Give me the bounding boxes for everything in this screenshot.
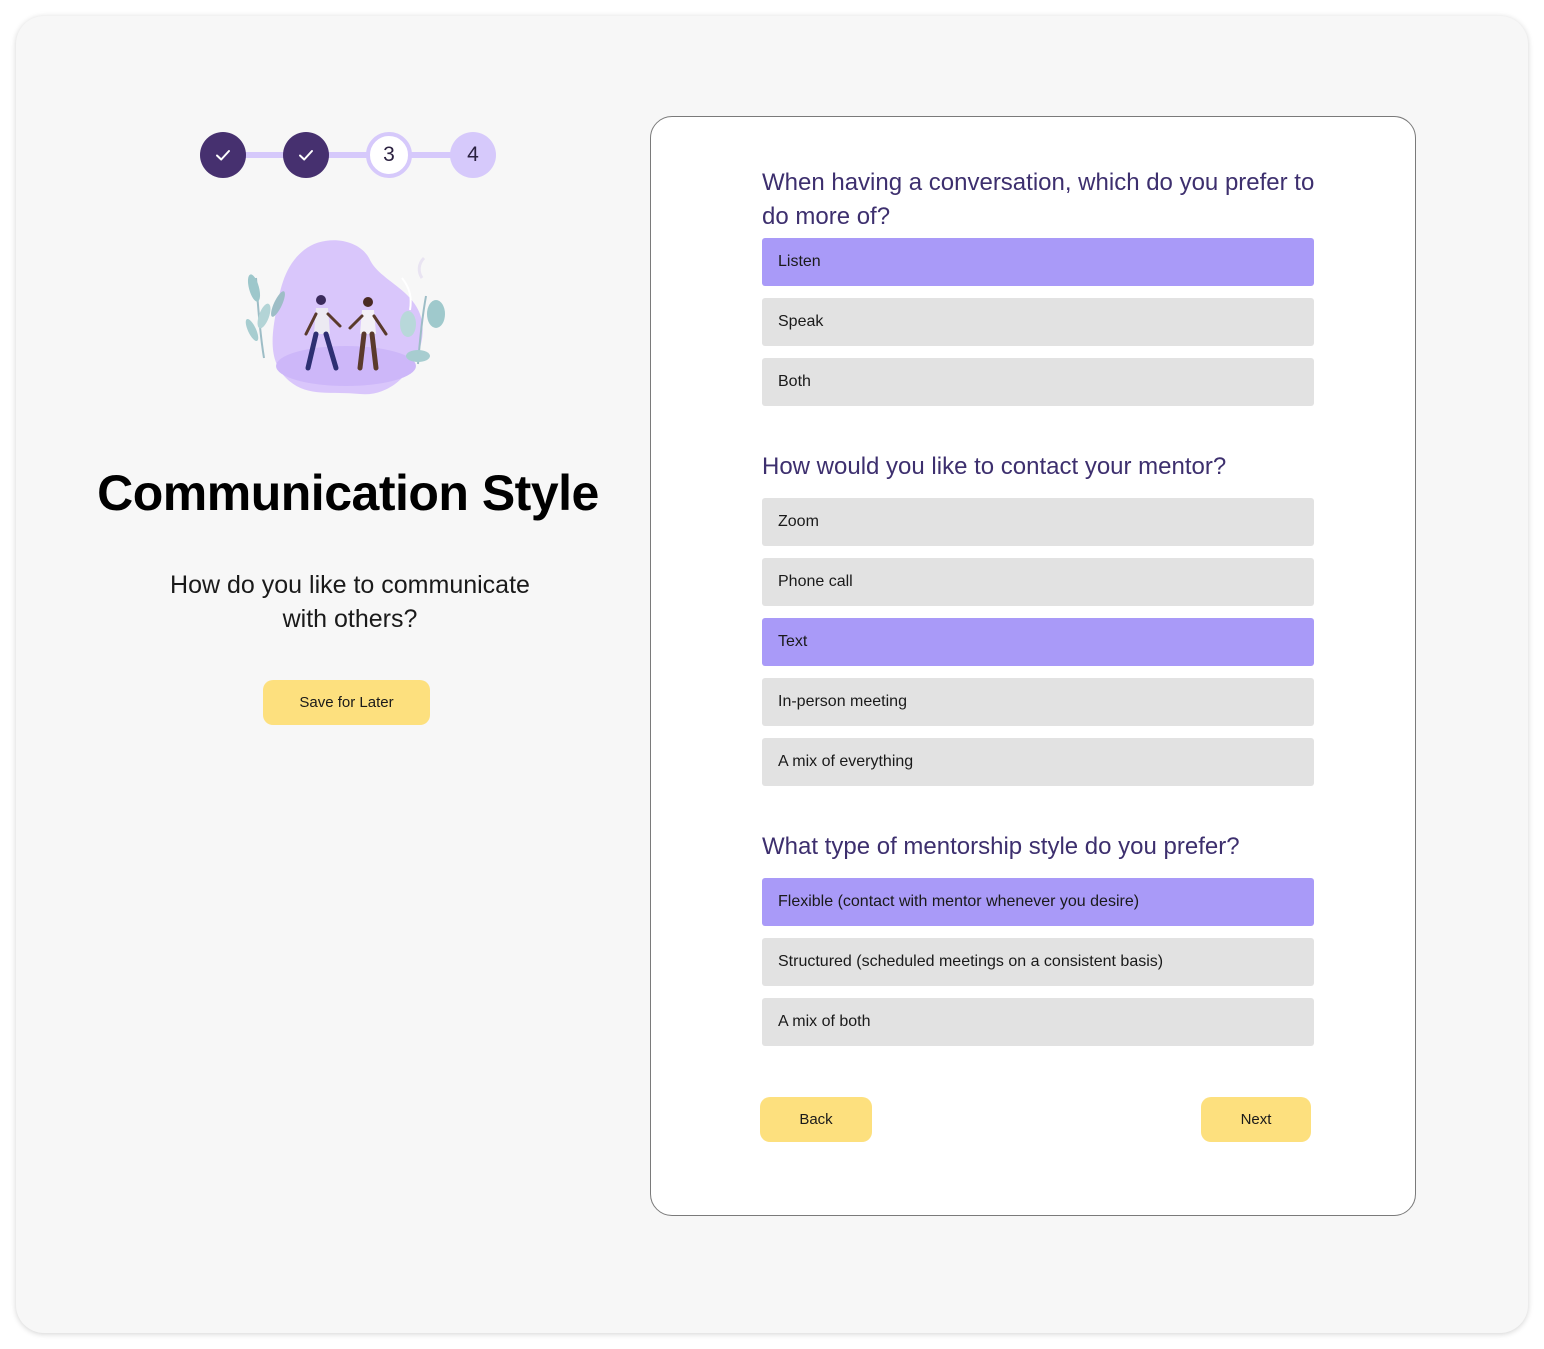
checkmark-icon xyxy=(299,150,313,161)
option-zoom[interactable]: Zoom xyxy=(762,498,1314,546)
option-structured[interactable]: Structured (scheduled meetings on a cons… xyxy=(762,938,1314,986)
option-text[interactable]: Text xyxy=(762,618,1314,666)
question-1: When having a conversation, which do you… xyxy=(762,169,1315,230)
step-4-upcoming[interactable]: 4 xyxy=(450,132,496,178)
option-phone-call[interactable]: Phone call xyxy=(762,558,1314,606)
option-in-person-meeting[interactable]: In-person meeting xyxy=(762,678,1314,726)
page-title: Communication Style xyxy=(97,465,599,521)
option-mix-of-everything[interactable]: A mix of everything xyxy=(762,738,1314,786)
step-4-label: 4 xyxy=(467,143,479,166)
save-for-later-button[interactable]: Save for Later xyxy=(263,680,430,725)
people-talking-illustration xyxy=(245,240,445,395)
step-1-complete[interactable] xyxy=(200,132,246,178)
step-3-current[interactable]: 3 xyxy=(366,132,412,178)
step-3-label: 3 xyxy=(383,143,395,166)
option-both[interactable]: Both xyxy=(762,358,1314,406)
questionnaire-card: When having a conversation, which do you… xyxy=(650,116,1416,1216)
checkmark-icon xyxy=(216,150,230,161)
page-subtitle: How do you like to communicate with othe… xyxy=(170,571,530,633)
option-flexible[interactable]: Flexible (contact with mentor whenever y… xyxy=(762,878,1314,926)
step-2-complete[interactable] xyxy=(283,132,329,178)
question-3: What type of mentorship style do you pre… xyxy=(762,833,1240,860)
progress-stepper: 3 4 xyxy=(200,132,497,178)
option-speak[interactable]: Speak xyxy=(762,298,1314,346)
question-2: How would you like to contact your mento… xyxy=(762,453,1227,480)
next-button[interactable]: Next xyxy=(1201,1097,1311,1142)
option-mix-of-both[interactable]: A mix of both xyxy=(762,998,1314,1046)
back-button[interactable]: Back xyxy=(760,1097,872,1142)
option-listen[interactable]: Listen xyxy=(762,238,1314,286)
